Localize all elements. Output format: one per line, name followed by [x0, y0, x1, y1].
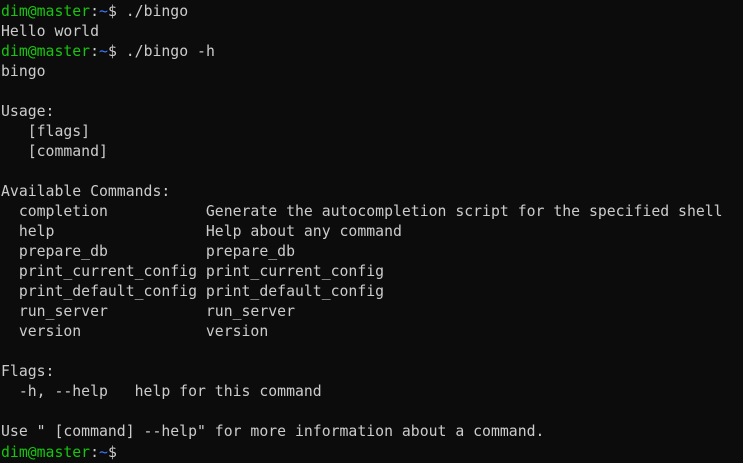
prompt-line: dim@master:~$ ./bingo -h	[1, 42, 743, 62]
output-line: Usage:	[1, 103, 55, 120]
output-line: -h, --help help for this command	[1, 383, 322, 400]
output-line: print_current_config print_current_confi…	[1, 263, 385, 280]
output-line: prepare_db prepare_db	[1, 243, 295, 260]
output-line: Use " [command] --help" for more informa…	[1, 423, 545, 440]
output-line: Flags:	[1, 363, 55, 380]
prompt-line: dim@master:~$ ./bingo	[1, 2, 743, 22]
cursor[interactable]	[117, 442, 126, 460]
prompt-path: ~	[99, 3, 108, 20]
prompt-dollar: $	[107, 43, 117, 60]
terminal-window[interactable]: dim@master:~$ ./bingo Hello world dim@mast…	[0, 0, 743, 462]
output-line: Hello world	[1, 23, 99, 40]
prompt-dollar: $	[107, 3, 117, 20]
prompt-line: dim@master:~$	[1, 442, 743, 462]
command-text: ./bingo -h	[116, 43, 215, 60]
output-line: [command]	[1, 143, 108, 160]
prompt-dollar: $	[107, 444, 117, 461]
output-line: Available Commands:	[1, 183, 171, 200]
output-line: run_server run_server	[1, 303, 295, 320]
prompt-colon: :	[90, 3, 100, 20]
command-text: ./bingo	[116, 3, 189, 20]
prompt-path: ~	[99, 444, 108, 461]
prompt-colon: :	[90, 444, 100, 461]
prompt-user-host: dim@master	[1, 3, 91, 20]
output-line: bingo	[1, 63, 46, 80]
output-line: version version	[1, 323, 269, 340]
prompt-path: ~	[99, 43, 108, 60]
output-line: [flags]	[1, 123, 91, 140]
output-line: help Help about any command	[1, 223, 402, 240]
prompt-user-host: dim@master	[1, 444, 91, 461]
prompt-colon: :	[90, 43, 100, 60]
output-line: completion Generate the autocompletion s…	[1, 203, 723, 220]
output-line: print_default_config print_default_confi…	[1, 283, 385, 300]
prompt-user-host: dim@master	[1, 43, 91, 60]
